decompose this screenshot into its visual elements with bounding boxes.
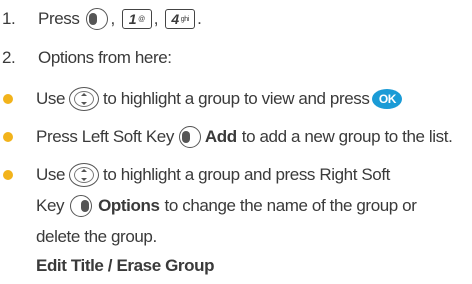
bullet-item-2: Press Left Soft Key Add to add a new gro… — [0, 124, 453, 150]
period: . — [197, 9, 202, 28]
step-number: 1. — [2, 9, 16, 28]
key-4-icon: 4 ghi — [165, 9, 196, 29]
separator: , — [110, 9, 115, 28]
step-text: Press — [38, 9, 80, 28]
separator: , — [153, 9, 159, 28]
bullet-text: to highlight a group and press Right Sof… — [103, 165, 391, 184]
right-softkey-icon — [70, 195, 93, 217]
option-titles: Edit Title / Erase Group — [36, 256, 215, 275]
key-sub: @ — [138, 15, 145, 23]
key-digit: 4 — [171, 11, 179, 27]
key-sub: ghi — [180, 15, 190, 23]
left-softkey-icon — [178, 126, 201, 148]
bullet-text: to highlight a group to view and press — [103, 89, 370, 108]
bullet-text: Use — [36, 165, 66, 184]
bullet-text: Press Left Soft Key — [36, 127, 174, 146]
nav-key-icon — [69, 87, 100, 111]
bullet-item-3: Use to highlight a group and press Right… — [0, 162, 390, 188]
bullet-dot — [3, 170, 13, 180]
left-softkey-icon — [86, 8, 109, 30]
key-1-icon: 1 @ — [121, 9, 152, 29]
step-2: 2. Options from here: — [0, 45, 172, 71]
softkey-label: Add — [204, 127, 237, 146]
step-text: Options from here: — [38, 48, 172, 67]
step-number: 2. — [2, 48, 16, 67]
bullet-item-1: Use to highlight a group to view and pre… — [0, 86, 405, 112]
step-1: 1. Press , 1 @ , 4 ghi . — [0, 6, 202, 32]
nav-key-icon — [69, 163, 100, 187]
bullet-dot — [3, 94, 13, 104]
bullet-item-3-line-3: delete the group. — [0, 224, 157, 250]
bullet-text: to add a new group to the list. — [241, 127, 453, 146]
bullet-item-3-line-2: Key Options to change the name of the gr… — [0, 193, 417, 219]
ok-key-icon: OK — [372, 89, 403, 109]
bullet-text: Key — [36, 196, 65, 215]
bullet-dot — [3, 132, 13, 142]
bullet-item-3-line-4: Edit Title / Erase Group — [0, 253, 214, 279]
key-digit: 1 — [128, 11, 137, 27]
bullet-text: delete the group. — [36, 227, 157, 246]
bullet-text: to change the name of the group or — [164, 196, 417, 215]
bullet-text: Use — [36, 89, 66, 108]
softkey-label: Options — [98, 196, 160, 215]
